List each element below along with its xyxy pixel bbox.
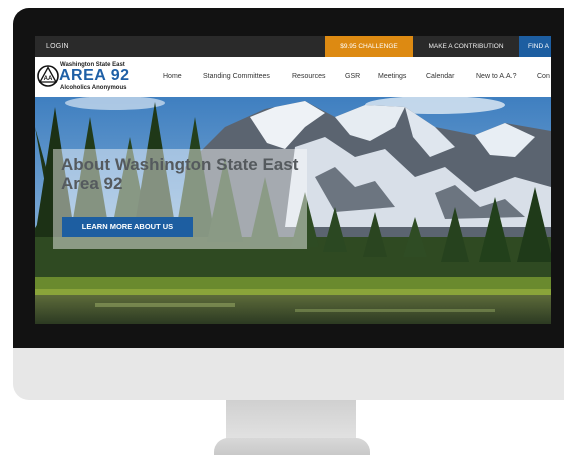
- website-screen: LOGIN $9.95 CHALLENGE MAKE A CONTRIBUTIO…: [35, 36, 551, 324]
- monitor-chin: [13, 348, 564, 400]
- nav-standing-committees[interactable]: Standing Committees: [203, 57, 270, 97]
- nav-contact[interactable]: Con: [537, 57, 550, 97]
- find-meeting-button[interactable]: FIND A: [519, 36, 551, 57]
- logo-area-name: AREA 92: [59, 67, 130, 84]
- utility-bar: LOGIN $9.95 CHALLENGE MAKE A CONTRIBUTIO…: [35, 36, 551, 57]
- monitor-stand-base: [214, 438, 370, 455]
- hero-banner: About Washington State East Area 92 LEAR…: [35, 97, 551, 324]
- nav-new-to-aa[interactable]: New to A.A.?: [476, 57, 516, 97]
- site-logo[interactable]: AA Washington State East AREA 92 Alcohol…: [37, 59, 157, 93]
- aa-emblem-icon: AA: [37, 65, 59, 87]
- login-link[interactable]: LOGIN: [46, 36, 69, 57]
- nav-meetings[interactable]: Meetings: [378, 57, 406, 97]
- nav-home[interactable]: Home: [163, 57, 182, 97]
- svg-text:AA: AA: [44, 76, 53, 82]
- monitor-stand-neck: [226, 400, 356, 440]
- logo-tagline: Alcoholics Anonymous: [60, 85, 127, 91]
- learn-more-button[interactable]: LEARN MORE ABOUT US: [62, 217, 193, 237]
- main-navigation: AA Washington State East AREA 92 Alcohol…: [35, 57, 551, 97]
- nav-calendar[interactable]: Calendar: [426, 57, 454, 97]
- challenge-button[interactable]: $9.95 CHALLENGE: [325, 36, 413, 57]
- hero-title: About Washington State East Area 92: [61, 155, 299, 193]
- hero-overlay-panel: About Washington State East Area 92 LEAR…: [53, 149, 307, 249]
- nav-resources[interactable]: Resources: [292, 57, 325, 97]
- nav-gsr[interactable]: GSR: [345, 57, 360, 97]
- contribution-button[interactable]: MAKE A CONTRIBUTION: [415, 36, 517, 57]
